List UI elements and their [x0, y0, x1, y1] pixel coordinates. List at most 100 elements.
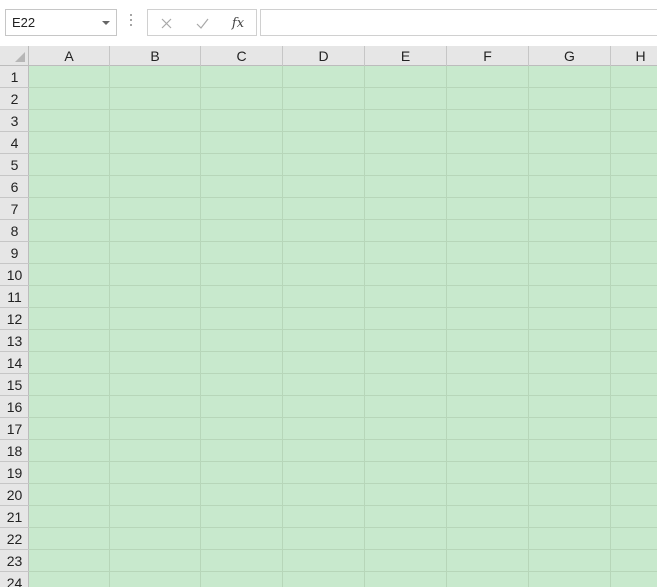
cell-h21[interactable] — [611, 506, 657, 528]
cell-h14[interactable] — [611, 352, 657, 374]
row-header-14[interactable]: 14 — [0, 352, 29, 374]
cell-e24[interactable] — [365, 572, 447, 587]
row-header-8[interactable]: 8 — [0, 220, 29, 242]
cell-c13[interactable] — [201, 330, 283, 352]
column-header-h[interactable]: H — [611, 46, 657, 66]
cell-c3[interactable] — [201, 110, 283, 132]
cell-h23[interactable] — [611, 550, 657, 572]
cell-g8[interactable] — [529, 220, 611, 242]
cell-c14[interactable] — [201, 352, 283, 374]
cell-g23[interactable] — [529, 550, 611, 572]
cell-c11[interactable] — [201, 286, 283, 308]
cell-e9[interactable] — [365, 242, 447, 264]
cell-h24[interactable] — [611, 572, 657, 587]
cell-e17[interactable] — [365, 418, 447, 440]
cell-f20[interactable] — [447, 484, 529, 506]
cell-b4[interactable] — [110, 132, 201, 154]
row-header-11[interactable]: 11 — [0, 286, 29, 308]
cell-a1[interactable] — [29, 66, 110, 88]
row-header-13[interactable]: 13 — [0, 330, 29, 352]
row-header-5[interactable]: 5 — [0, 154, 29, 176]
cell-b16[interactable] — [110, 396, 201, 418]
cell-e8[interactable] — [365, 220, 447, 242]
row-header-3[interactable]: 3 — [0, 110, 29, 132]
cell-d6[interactable] — [283, 176, 365, 198]
cell-h12[interactable] — [611, 308, 657, 330]
cell-e11[interactable] — [365, 286, 447, 308]
row-header-20[interactable]: 20 — [0, 484, 29, 506]
cell-d10[interactable] — [283, 264, 365, 286]
cell-b7[interactable] — [110, 198, 201, 220]
row-header-18[interactable]: 18 — [0, 440, 29, 462]
cell-c18[interactable] — [201, 440, 283, 462]
column-header-a[interactable]: A — [29, 46, 110, 66]
cell-d1[interactable] — [283, 66, 365, 88]
cell-b2[interactable] — [110, 88, 201, 110]
cell-g15[interactable] — [529, 374, 611, 396]
cell-f5[interactable] — [447, 154, 529, 176]
cell-g4[interactable] — [529, 132, 611, 154]
cell-f13[interactable] — [447, 330, 529, 352]
cell-g13[interactable] — [529, 330, 611, 352]
cell-f2[interactable] — [447, 88, 529, 110]
cell-d21[interactable] — [283, 506, 365, 528]
cell-f18[interactable] — [447, 440, 529, 462]
cell-a20[interactable] — [29, 484, 110, 506]
row-header-4[interactable]: 4 — [0, 132, 29, 154]
cell-h19[interactable] — [611, 462, 657, 484]
cell-f15[interactable] — [447, 374, 529, 396]
row-header-24[interactable]: 24 — [0, 572, 29, 587]
cell-area[interactable] — [29, 66, 657, 587]
cell-g2[interactable] — [529, 88, 611, 110]
cell-b12[interactable] — [110, 308, 201, 330]
row-header-17[interactable]: 17 — [0, 418, 29, 440]
cell-e7[interactable] — [365, 198, 447, 220]
cell-b5[interactable] — [110, 154, 201, 176]
cell-d2[interactable] — [283, 88, 365, 110]
column-header-g[interactable]: G — [529, 46, 611, 66]
row-header-2[interactable]: 2 — [0, 88, 29, 110]
cell-a3[interactable] — [29, 110, 110, 132]
cell-h8[interactable] — [611, 220, 657, 242]
cell-h15[interactable] — [611, 374, 657, 396]
cell-d9[interactable] — [283, 242, 365, 264]
cell-a23[interactable] — [29, 550, 110, 572]
cell-e6[interactable] — [365, 176, 447, 198]
cell-b20[interactable] — [110, 484, 201, 506]
cell-e4[interactable] — [365, 132, 447, 154]
cell-h13[interactable] — [611, 330, 657, 352]
cell-c2[interactable] — [201, 88, 283, 110]
row-header-21[interactable]: 21 — [0, 506, 29, 528]
enter-button[interactable] — [190, 13, 214, 33]
cell-e22[interactable] — [365, 528, 447, 550]
cell-f7[interactable] — [447, 198, 529, 220]
cell-g16[interactable] — [529, 396, 611, 418]
cell-e14[interactable] — [365, 352, 447, 374]
cell-f14[interactable] — [447, 352, 529, 374]
cell-a9[interactable] — [29, 242, 110, 264]
cell-e3[interactable] — [365, 110, 447, 132]
cell-h4[interactable] — [611, 132, 657, 154]
cell-d22[interactable] — [283, 528, 365, 550]
cell-e15[interactable] — [365, 374, 447, 396]
cell-a4[interactable] — [29, 132, 110, 154]
cell-f16[interactable] — [447, 396, 529, 418]
cell-f19[interactable] — [447, 462, 529, 484]
cell-c16[interactable] — [201, 396, 283, 418]
cell-g19[interactable] — [529, 462, 611, 484]
row-header-7[interactable]: 7 — [0, 198, 29, 220]
cell-f22[interactable] — [447, 528, 529, 550]
cell-b1[interactable] — [110, 66, 201, 88]
cell-b9[interactable] — [110, 242, 201, 264]
cell-f24[interactable] — [447, 572, 529, 587]
cell-e19[interactable] — [365, 462, 447, 484]
cell-f21[interactable] — [447, 506, 529, 528]
cell-c4[interactable] — [201, 132, 283, 154]
cell-h17[interactable] — [611, 418, 657, 440]
cell-f1[interactable] — [447, 66, 529, 88]
cell-b11[interactable] — [110, 286, 201, 308]
cell-g12[interactable] — [529, 308, 611, 330]
cell-h22[interactable] — [611, 528, 657, 550]
cell-b17[interactable] — [110, 418, 201, 440]
cell-e20[interactable] — [365, 484, 447, 506]
